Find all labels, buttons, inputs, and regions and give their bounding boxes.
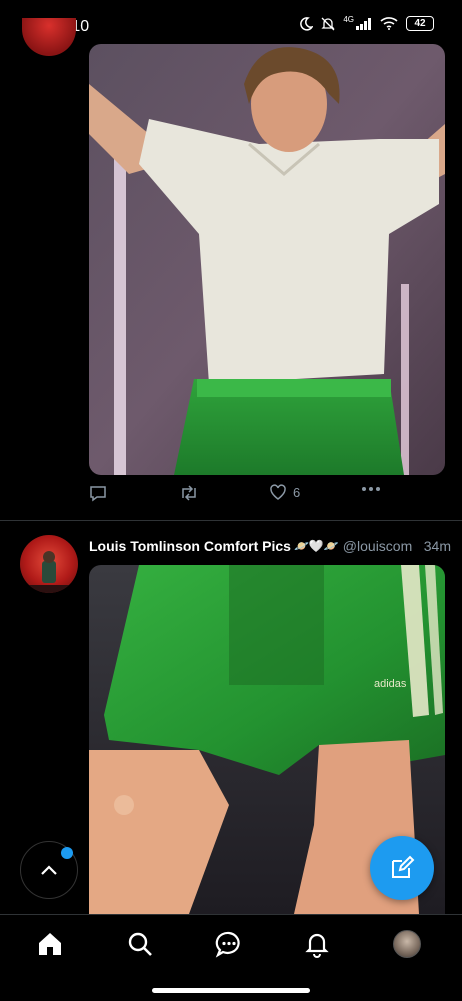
tweet2-header: Louis Tomlinson Comfort Pics 🪐🤍🪐 @louisc… — [89, 536, 451, 556]
nav-home[interactable] — [35, 929, 65, 959]
retweet-button[interactable] — [179, 484, 199, 502]
notifications-icon — [305, 933, 329, 958]
nav-profile[interactable] — [392, 929, 422, 959]
retweet-icon — [182, 485, 196, 501]
profile-avatar — [393, 930, 421, 958]
compose-icon — [392, 855, 415, 878]
tweet1-actions: 6 — [89, 484, 389, 508]
tweet-divider — [0, 520, 462, 521]
like-button[interactable]: 6 — [269, 484, 300, 501]
adidas-logo: adidas — [374, 678, 407, 690]
nav-search[interactable] — [125, 929, 155, 959]
chevron-up-icon — [41, 865, 57, 875]
moon-icon — [300, 16, 314, 31]
tweet1-media-image[interactable] — [89, 44, 445, 475]
home-icon — [39, 933, 61, 955]
author-name-emoji: 🪐🤍🪐 — [293, 539, 339, 553]
status-icons: 4G 42 — [299, 15, 434, 31]
more-icon — [362, 487, 380, 491]
new-posts-dot — [61, 847, 73, 859]
author-name[interactable]: Louis Tomlinson Comfort Pics — [89, 538, 291, 554]
like-count: 6 — [293, 485, 301, 500]
compose-button[interactable] — [370, 836, 434, 900]
nav-messages[interactable] — [214, 929, 244, 959]
like-icon — [270, 484, 286, 500]
reply-button[interactable] — [89, 484, 107, 502]
nav-notifications[interactable] — [302, 929, 332, 959]
more-button[interactable] — [361, 486, 381, 492]
tweet-time: 34m — [423, 538, 451, 554]
concert-photo — [89, 44, 445, 475]
battery-indicator: 42 — [406, 16, 434, 31]
avatar-figure — [20, 551, 78, 593]
author-handle[interactable]: @louiscomf… — [343, 538, 412, 554]
network-type: 4G — [343, 15, 354, 24]
tweet1-author-avatar[interactable] — [22, 18, 76, 56]
tweet2-author-avatar[interactable] — [20, 535, 78, 593]
wifi-icon — [380, 17, 398, 30]
search-icon — [128, 932, 152, 956]
mute-bell-icon — [321, 17, 335, 30]
signal-icon — [356, 17, 371, 30]
reply-icon — [90, 486, 106, 502]
messages-icon — [215, 931, 240, 958]
home-indicator[interactable] — [152, 988, 310, 993]
